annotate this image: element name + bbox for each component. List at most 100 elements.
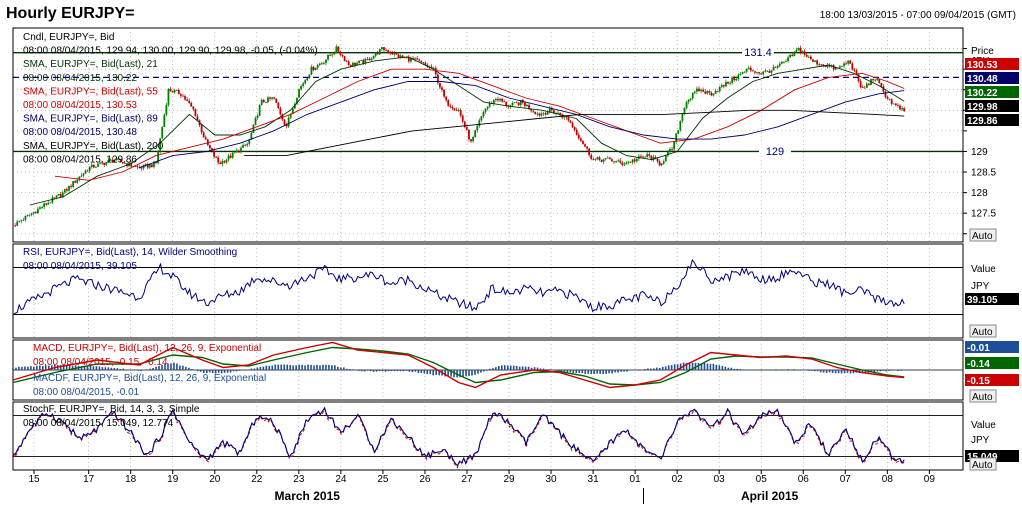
auto-scale-label[interactable]: Auto <box>972 327 993 338</box>
candle-body <box>677 130 680 134</box>
x-tick-label: 03 <box>714 474 726 485</box>
candle-body <box>182 95 184 97</box>
x-tick-label: 31 <box>588 474 600 485</box>
stoch-axis-header: Value <box>971 420 996 431</box>
candle-body <box>223 161 226 163</box>
macd-hist-bar <box>256 367 259 370</box>
x-tick-label: 22 <box>251 474 263 485</box>
candle-body <box>260 99 263 105</box>
price-badge: 130.48 <box>967 74 998 85</box>
macd-hist-bar <box>760 370 762 371</box>
candle-body <box>766 70 769 72</box>
candle-body <box>459 110 462 116</box>
candle-body <box>480 116 483 121</box>
macd-hist-bar <box>477 370 479 374</box>
candle-body <box>774 66 777 68</box>
candle-body <box>252 124 255 133</box>
macd-hist-bar <box>238 370 241 371</box>
macd-hist-bar <box>176 363 178 370</box>
candle-body <box>422 62 425 63</box>
hline-label: 131.4 <box>744 47 772 59</box>
candle-body <box>743 71 746 73</box>
candle-body <box>524 102 526 107</box>
candle-body <box>689 98 692 100</box>
macd-hist-bar <box>411 370 414 373</box>
candle-body <box>615 160 617 162</box>
rsi-badge: 39.105 <box>967 295 998 306</box>
candle-body <box>150 164 153 167</box>
macd-hist-bar <box>414 370 417 372</box>
candle-body <box>439 82 441 88</box>
macd-hist-bar <box>173 362 175 370</box>
candle-body <box>55 195 58 198</box>
macd-hist-bar <box>432 370 435 376</box>
macd-legend-line: MACD, EURJPY=, Bid(Last), 12, 26, 9, Exp… <box>33 343 261 354</box>
candle-body <box>271 97 273 99</box>
macd-hist-bar <box>551 369 554 371</box>
candle-body <box>59 194 62 197</box>
macd-hist-bar <box>644 369 646 370</box>
auto-scale-label[interactable]: Auto <box>972 392 993 403</box>
macd-legend-line: MACDF, EURJPY=, Bid(Last), 12, 26, 9, Ex… <box>33 373 266 384</box>
candle-body <box>449 105 452 107</box>
macd-hist-bar <box>560 370 563 372</box>
candle-body <box>337 46 340 52</box>
macd-hist-bar <box>24 366 26 370</box>
macd-hist-bar <box>673 364 676 370</box>
macd-hist-bar <box>334 365 336 370</box>
price-legend-line: Cndl, EURJPY=, Bid <box>23 32 114 43</box>
macd-hist-bar <box>599 370 601 374</box>
macd-hist-bar <box>271 365 274 370</box>
candle-body <box>136 166 139 167</box>
candle-body <box>41 207 43 208</box>
candle-body <box>465 127 468 130</box>
candle-body <box>18 221 21 222</box>
candle-body <box>196 116 199 121</box>
candle-body <box>345 61 348 62</box>
macd-hist-bar <box>781 369 783 370</box>
candle-body <box>851 63 854 70</box>
stoch-legend-line: StochF, EURJPY=, Bid, 14, 3, 3, Simple <box>23 404 200 415</box>
auto-scale-label[interactable]: Auto <box>972 460 993 471</box>
macd-hist-bar <box>623 370 625 372</box>
macd-hist-bar <box>754 370 756 371</box>
auto-scale-label[interactable]: Auto <box>972 231 993 242</box>
candle-body <box>679 120 682 131</box>
candle-body <box>577 134 580 139</box>
candle-body <box>486 106 489 109</box>
candle-body <box>764 70 767 72</box>
macd-hist-bar <box>652 368 655 370</box>
candle-body <box>505 101 508 106</box>
candle-body <box>839 66 841 68</box>
macd-hist-bar <box>18 366 20 370</box>
candle-body <box>683 107 686 114</box>
candle-body <box>49 202 52 204</box>
candle-body <box>807 56 810 58</box>
macd-hist-bar <box>509 365 512 370</box>
macd-hist-bar <box>280 364 283 370</box>
candle-body <box>283 119 286 125</box>
price-legend-line: 08:00 08/04/2015, 129.86 <box>23 154 137 165</box>
x-tick-label: 23 <box>293 474 305 485</box>
candle-body <box>95 166 97 168</box>
macd-hist-bar <box>423 370 426 374</box>
price-legend-line: SMA, EURJPY=, Bid(Last), 200 <box>23 141 164 152</box>
candle-body <box>758 72 760 74</box>
candle-body <box>273 97 276 99</box>
macd-hist-bar <box>718 365 721 370</box>
macd-hist-bar <box>292 365 294 370</box>
macd-hist-bar <box>748 370 750 371</box>
macd-hist-bar <box>381 370 384 372</box>
candle-body <box>372 55 375 59</box>
x-tick-label: 25 <box>377 474 389 485</box>
macd-hist-bar <box>524 366 527 370</box>
macd-hist-bar <box>134 370 136 371</box>
macd-hist-bar <box>757 369 759 371</box>
candle-body <box>318 63 321 65</box>
candle-body <box>179 94 182 96</box>
x-tick-label: 07 <box>840 474 852 485</box>
candle-body <box>66 189 68 191</box>
macd-hist-bar <box>843 370 846 374</box>
macd-hist-bar <box>796 369 798 371</box>
macd-hist-bar <box>295 365 297 370</box>
